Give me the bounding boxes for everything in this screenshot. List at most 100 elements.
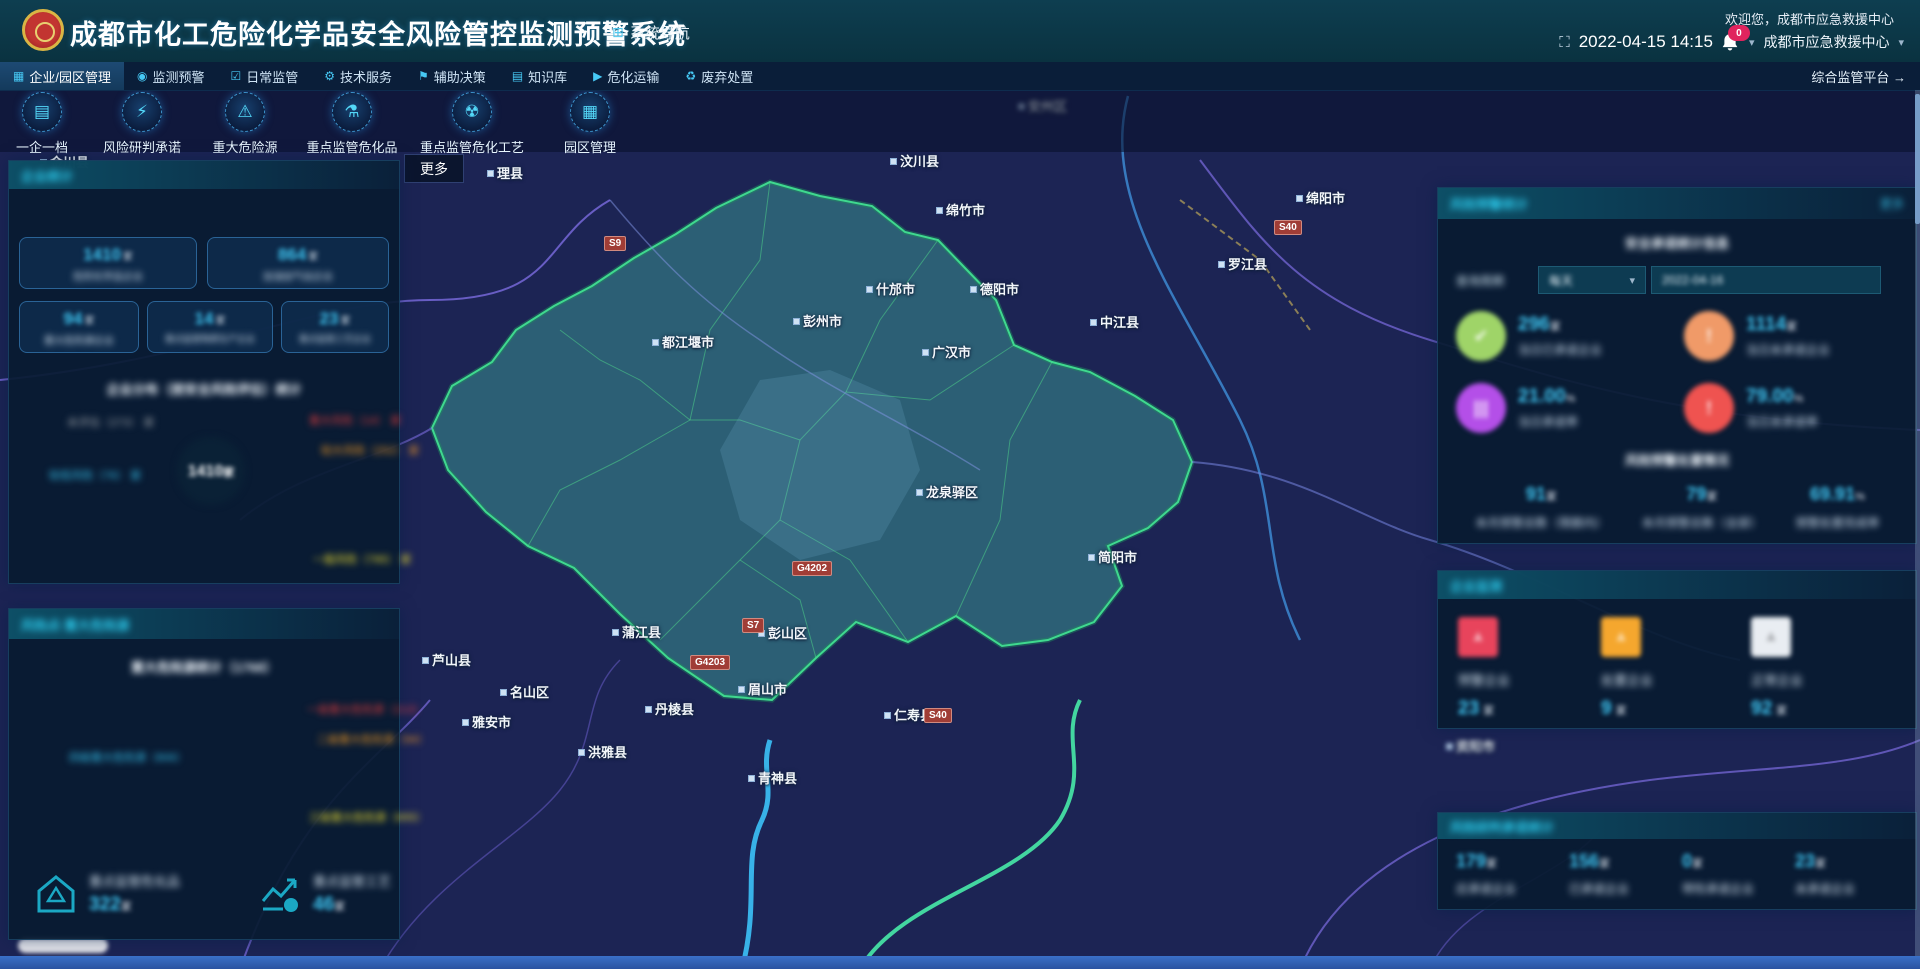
legend-high-risk: 较大风险（252） 家 bbox=[321, 442, 419, 458]
legend-level2: 二级重大危险源（94） bbox=[317, 731, 428, 747]
scrollbar[interactable] bbox=[1915, 90, 1920, 956]
legend-unrated: 未评估（273） 家 bbox=[67, 414, 154, 430]
nav-item-6[interactable]: ▤知识库 bbox=[499, 62, 580, 90]
nav-item-4[interactable]: ⚙ 技术服务 bbox=[311, 62, 405, 90]
filter-label: 查询周期 bbox=[1456, 272, 1504, 289]
nav-item-1[interactable]: ▦ 企业/园区管理 bbox=[0, 62, 124, 90]
nav-item-label: 技术服务 bbox=[340, 67, 392, 86]
panel-title: 风险预警统计 bbox=[1450, 194, 1528, 213]
app-logo-icon bbox=[22, 9, 64, 51]
section-title-commitment: 安全承诺统计信息 bbox=[1438, 233, 1916, 252]
nav-item-label: 日常监管 bbox=[246, 67, 298, 86]
date-input[interactable]: 2022-04-16 bbox=[1651, 266, 1881, 294]
recycle-icon: ♻ bbox=[685, 69, 696, 83]
donut-chart-title: 企业分布（按安全风险评估）统计 bbox=[9, 379, 399, 398]
park-icon: ▦ bbox=[570, 92, 610, 132]
nav-item-2[interactable]: ◉监测预警 bbox=[124, 62, 218, 90]
monitor-warning-enterprises[interactable]: ▲ 预警企业 23家 bbox=[1458, 617, 1598, 720]
nav-right-link[interactable]: 综合监管平台 → bbox=[1811, 67, 1906, 86]
panel-enterprise-stats: 企业统计 1410家 危险化学品企业 864家 加油加气站企业 94家 重大危险… bbox=[8, 160, 400, 584]
legend-general-risk: 一般风险（795） 家 bbox=[313, 551, 411, 567]
alarm-circle-icon: ! bbox=[1684, 383, 1734, 433]
bolt-icon: ⚡ bbox=[122, 92, 162, 132]
nav-item-3[interactable]: ☑日常监管 bbox=[217, 62, 311, 90]
legend-level1: 一级重大危险源（213） bbox=[307, 701, 424, 717]
warning-square-icon: ▲ bbox=[1458, 617, 1498, 657]
stat-commit-rate: ||| 21.00% 当日承诺率 bbox=[1456, 383, 1671, 433]
stat-box-major-hazard[interactable]: 94家 重大危险源企业 bbox=[19, 301, 139, 353]
pie-chart-title: 重大危险源统计（1768） bbox=[9, 657, 399, 676]
map-more-button[interactable]: 更多 bbox=[405, 155, 463, 182]
panel-risk-warning: 风险预警统计 更多 安全承诺统计信息 查询周期 每天 ▾ 2022-04-16 … bbox=[1437, 187, 1917, 544]
flask-icon: ⚗ bbox=[332, 92, 372, 132]
grid-icon: ▦ bbox=[13, 69, 24, 83]
nav-item-label: 监测预警 bbox=[152, 67, 204, 86]
stat-uncommit-rate: ! 79.00% 当日未承诺率 bbox=[1684, 383, 1899, 433]
chevron-down-icon[interactable]: ▾ bbox=[1749, 36, 1755, 49]
panel-title: 企业统计 bbox=[21, 166, 73, 185]
grid-nav-icon: ⊞ bbox=[612, 24, 624, 41]
donut-center-value: 1410家 bbox=[156, 463, 266, 481]
notification-bell-icon[interactable]: 0 bbox=[1722, 33, 1740, 51]
monitor-handling-enterprises[interactable]: ▲ 处置企业 9家 bbox=[1601, 617, 1741, 720]
legend-level4: 四级重大危险源（806） bbox=[69, 749, 186, 765]
stat-key-chemical[interactable]: 重点监管危化品 322家 bbox=[33, 871, 180, 917]
nav-item-5[interactable]: ⚑辅助决策 bbox=[405, 62, 499, 90]
stat-box-key-substance[interactable]: 14家 重点监管物质生产企业 bbox=[147, 301, 273, 353]
nav-item-label: 企业/园区管理 bbox=[29, 67, 111, 86]
truck-icon: ▶ bbox=[593, 69, 602, 83]
stat-box-chemical-enterprises[interactable]: 1410家 危险化学品企业 bbox=[19, 237, 197, 289]
chevron-down-icon[interactable]: ▾ bbox=[1898, 36, 1904, 49]
stat-committed-count: 156家 已承诺企业 bbox=[1569, 851, 1679, 897]
stat-box-gas-stations[interactable]: 864家 加油加气站企业 bbox=[207, 237, 389, 289]
stat-box-key-process[interactable]: 23家 重点监管工艺企业 bbox=[281, 301, 389, 353]
map-attribution-pill bbox=[18, 938, 108, 953]
system-nav-label: 系统导航 bbox=[630, 22, 690, 43]
nav-item-8[interactable]: ♻废弃处置 bbox=[672, 62, 766, 90]
main-nav: ▦ 企业/园区管理 ◉监测预警☑日常监管 ⚙ 技术服务 ⚑辅助决策▤知识库 ▶ 危化运输 ♻废弃… bbox=[0, 62, 1920, 91]
system-nav-toggle[interactable]: ⊞ 系统导航 bbox=[612, 22, 690, 43]
normal-square-icon: ▲ bbox=[1751, 617, 1791, 657]
stat-uncommitted: ! 1114家 当日未承诺企业 bbox=[1684, 311, 1899, 361]
quick-item-6[interactable]: ▦ 园区管理 bbox=[520, 92, 660, 156]
bar-chart-icon: ||| bbox=[1456, 383, 1506, 433]
quick-item-4[interactable]: ⚗ 重点监管危化品 bbox=[282, 92, 422, 156]
stat-month-warnings-limited: 91家 本月预警总数（限额内） bbox=[1451, 484, 1632, 531]
stat-should-commit: 179家 应承诺企业 bbox=[1456, 851, 1566, 897]
trend-icon bbox=[257, 871, 303, 917]
legend-major-risk: 重大风险（14） 家 bbox=[309, 412, 401, 428]
chevron-down-icon: ▾ bbox=[1629, 274, 1635, 287]
monitor-normal-enterprises[interactable]: ▲ 正常企业 92家 bbox=[1751, 617, 1891, 720]
house-icon bbox=[33, 871, 79, 917]
panel-enterprise-monitor: 企业监测 ▲ 预警企业 23家 ▲ 处置企业 9家 ▲ 正常企业 92家 bbox=[1437, 570, 1917, 729]
legend-low-risk: 较低风险（76） 家 bbox=[49, 467, 141, 483]
archive-icon: ▤ bbox=[22, 92, 62, 132]
quick-item-label: 重点监管危化品 bbox=[282, 137, 422, 156]
stat-risk-commit: 0家 带险承诺企业 bbox=[1682, 851, 1792, 897]
legend-level3: 三级重大危险源（655） bbox=[309, 809, 426, 825]
scrollbar-thumb[interactable] bbox=[1915, 94, 1920, 224]
quick-item-label: 园区管理 bbox=[520, 137, 660, 156]
stat-key-process[interactable]: 重点监管工艺 46家 bbox=[257, 871, 391, 917]
panel-title: 企业监测 bbox=[1450, 576, 1502, 595]
notification-badge: 0 bbox=[1728, 25, 1750, 41]
more-link[interactable]: 更多 bbox=[1880, 195, 1904, 212]
fullscreen-icon[interactable]: ⛶ bbox=[1559, 34, 1570, 51]
welcome-text: 欢迎您，成都市应急救援中心 bbox=[1725, 9, 1894, 28]
radiation-icon: ☢ bbox=[452, 92, 492, 132]
hazard-pie-chart bbox=[198, 730, 294, 826]
nav-item-7[interactable]: ▶ 危化运输 bbox=[580, 62, 672, 90]
flag-icon: ⚑ bbox=[418, 69, 429, 83]
stat-month-warnings-all: 79家 本月预警总数（全部） bbox=[1632, 484, 1772, 531]
gear-icon: ⚙ bbox=[324, 69, 335, 83]
section-title-disposal: 风险预警处置情况 bbox=[1438, 450, 1916, 469]
book-icon: ▤ bbox=[512, 69, 523, 83]
datetime-display: 2022-04-15 14:15 bbox=[1579, 32, 1713, 52]
nav-item-label: 危化运输 bbox=[607, 67, 659, 86]
handling-square-icon: ▲ bbox=[1601, 617, 1641, 657]
panel-major-hazard: 风险点·重大危险源 重大危险源统计（1768） 一级重大危险源（213） 二级重… bbox=[8, 608, 400, 940]
org-switcher[interactable]: 成都市应急救援中心 bbox=[1763, 32, 1889, 52]
app-header: 成都市化工危险化学品安全风险管控监测预警系统 ⊞ 系统导航 欢迎您，成都市应急救… bbox=[0, 0, 1920, 62]
check-circle-icon: ✔ bbox=[1456, 311, 1506, 361]
period-select[interactable]: 每天 ▾ bbox=[1538, 266, 1646, 294]
